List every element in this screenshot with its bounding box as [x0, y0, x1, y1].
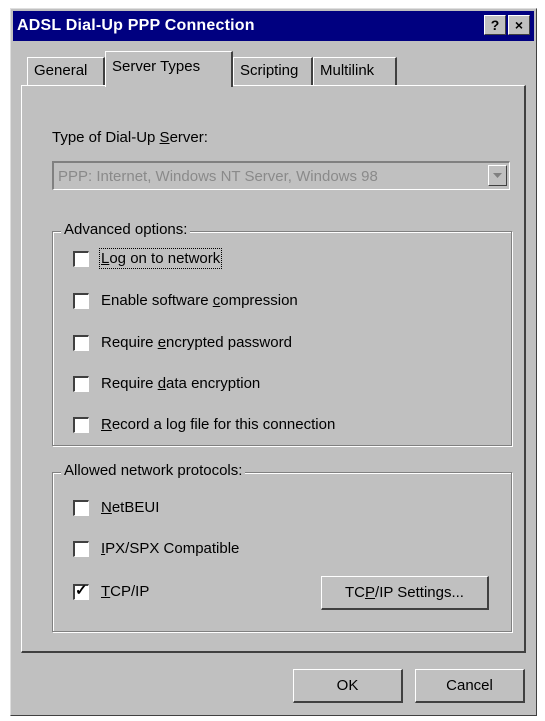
require-encrypted-password-label: Require encrypted password	[101, 334, 292, 351]
tcpip-checkbox[interactable]: ✓ TCP/IP	[73, 581, 150, 600]
close-button[interactable]: ×	[508, 15, 530, 35]
enable-software-compression-checkbox[interactable]: Enable software compression	[73, 292, 298, 309]
allowed-protocols-group: Allowed network protocols: NetBEUI IPX/S…	[52, 462, 512, 632]
ok-button[interactable]: OK	[293, 669, 403, 703]
require-data-encryption-checkbox[interactable]: Require data encryption	[73, 375, 260, 392]
checkbox-box[interactable]	[73, 250, 89, 267]
log-on-to-network-label: Log on to network	[98, 248, 223, 269]
checkbox-box[interactable]	[73, 334, 89, 351]
dialog-window: ADSL Dial-Up PPP Connection ? × General …	[10, 8, 537, 716]
log-on-to-network-checkbox[interactable]: Log on to network	[73, 248, 223, 269]
enable-software-compression-label: Enable software compression	[101, 292, 298, 309]
dropdown-button[interactable]	[488, 165, 507, 186]
cancel-button[interactable]: Cancel	[415, 669, 525, 703]
close-icon: ×	[514, 17, 524, 33]
advanced-options-group: Advanced options: Log on to network Enab…	[52, 221, 512, 446]
tcpip-settings-button[interactable]: TCP/IP Settings...	[321, 576, 489, 610]
chevron-down-icon	[493, 173, 502, 178]
record-log-file-checkbox[interactable]: Record a log file for this connection	[73, 416, 335, 433]
ipx-spx-label: IPX/SPX Compatible	[101, 540, 240, 557]
checkbox-box[interactable]	[73, 416, 89, 433]
allowed-protocols-legend: Allowed network protocols:	[61, 462, 246, 479]
tab-server-types-label: Server Types	[112, 58, 201, 75]
cancel-label: Cancel	[446, 677, 493, 694]
checkbox-box[interactable]	[73, 499, 89, 516]
checkbox-box[interactable]	[73, 375, 89, 392]
tab-general[interactable]: General	[27, 57, 105, 85]
tcpip-settings-label: TCP/IP Settings...	[345, 584, 464, 601]
title-bar[interactable]: ADSL Dial-Up PPP Connection ? ×	[13, 11, 534, 41]
ok-label: OK	[336, 677, 359, 694]
tab-strip: General Server Types Scripting Multilink	[11, 49, 536, 87]
checkbox-box[interactable]: ✓	[73, 581, 89, 600]
server-type-value: PPP: Internet, Windows NT Server, Window…	[58, 168, 378, 185]
netbeui-label: NetBEUI	[101, 499, 160, 516]
help-button[interactable]: ?	[484, 15, 506, 35]
tab-multilink[interactable]: Multilink	[313, 57, 397, 85]
netbeui-checkbox[interactable]: NetBEUI	[73, 499, 159, 516]
server-type-label: Type of Dial-Up Server:	[52, 129, 208, 146]
server-types-panel: Type of Dial-Up Server: PPP: Internet, W…	[21, 85, 526, 653]
tab-scripting[interactable]: Scripting	[233, 57, 313, 85]
checkbox-box[interactable]	[73, 540, 89, 557]
tab-general-label: General	[34, 62, 88, 79]
advanced-options-legend: Advanced options:	[61, 221, 191, 238]
ipx-spx-checkbox[interactable]: IPX/SPX Compatible	[73, 540, 239, 557]
tab-multilink-label: Multilink	[320, 62, 375, 79]
require-data-encryption-label: Require data encryption	[101, 375, 261, 392]
tcpip-label: TCP/IP	[101, 583, 150, 600]
require-encrypted-password-checkbox[interactable]: Require encrypted password	[73, 334, 292, 351]
help-icon: ?	[490, 17, 500, 33]
window-title: ADSL Dial-Up PPP Connection	[17, 17, 255, 34]
record-log-file-label: Record a log file for this connection	[101, 416, 336, 433]
server-type-dropdown[interactable]: PPP: Internet, Windows NT Server, Window…	[52, 161, 510, 190]
tab-server-types[interactable]: Server Types	[105, 51, 233, 87]
checkbox-box[interactable]	[73, 292, 89, 309]
tab-scripting-label: Scripting	[240, 62, 299, 79]
check-icon: ✓	[75, 581, 88, 599]
